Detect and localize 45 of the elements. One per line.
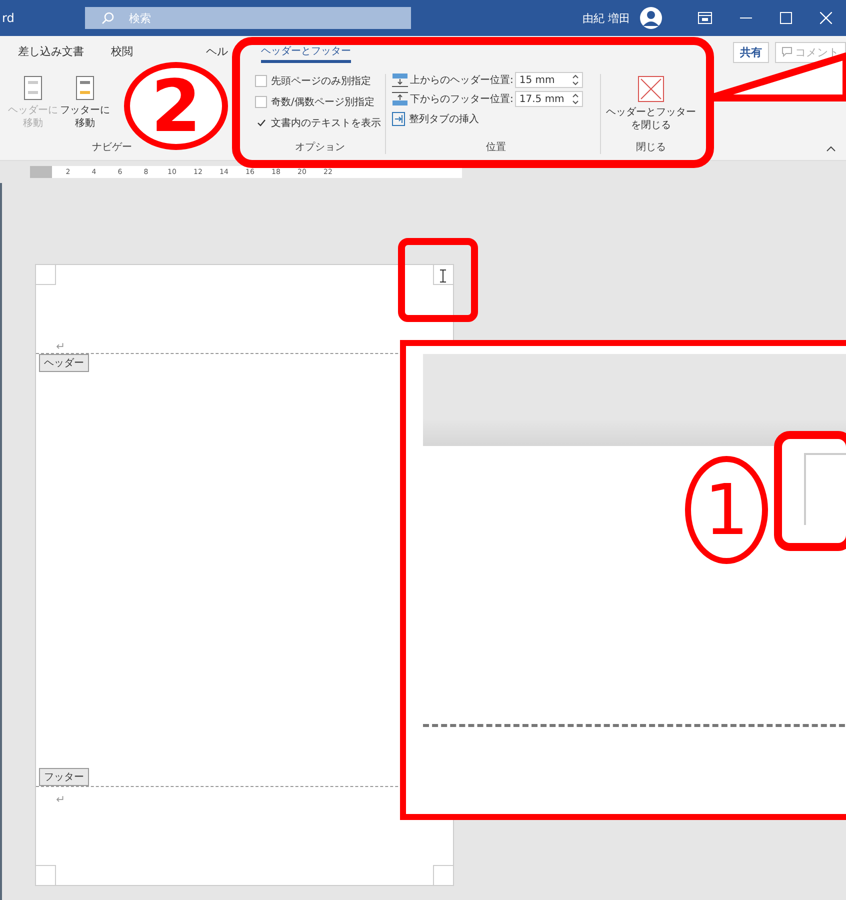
user-name: 由紀 増田 (582, 10, 630, 26)
insert-alignment-tab-button[interactable]: 整列タブの挿入 (392, 110, 479, 128)
ribbon-tab[interactable]: ヘル (206, 40, 228, 64)
maximize-icon[interactable] (780, 12, 792, 24)
spinner-label: 上からのヘッダー位置: (410, 74, 514, 87)
checkbox[interactable] (255, 75, 267, 87)
paragraph-mark: ↵ (56, 340, 66, 353)
paragraph-mark: ↵ (56, 793, 66, 806)
checkbox-option[interactable]: 文書内のテキストを表示 (255, 114, 381, 132)
spinner-label: 下からのフッター位置: (410, 92, 514, 106)
checkbox[interactable] (255, 96, 267, 108)
close-header-footer-button[interactable]: ヘッダーとフッター を閉じる (606, 72, 696, 140)
tab-insert-icon (392, 112, 405, 126)
group-label: オプション (295, 140, 345, 155)
ribbon-tab[interactable]: 校閲 (111, 40, 133, 64)
text-cursor-icon (439, 269, 447, 283)
collapse-ribbon-icon[interactable] (826, 146, 836, 152)
checkbox[interactable] (255, 117, 267, 129)
speech-bubble-icon (782, 47, 792, 57)
search-icon (101, 11, 115, 25)
navigation-button[interactable]: フッターに 移動 (60, 72, 110, 140)
ribbon-tab[interactable]: 差し込み文書 (18, 40, 84, 64)
avatar-icon[interactable] (640, 7, 662, 29)
footer-position-icon (392, 92, 408, 106)
step-number: 1 (685, 456, 768, 564)
close-icon[interactable] (820, 12, 832, 24)
search-field[interactable]: 検索 (85, 7, 411, 29)
checkbox-option[interactable]: 先頭ページのみ別指定 (255, 72, 371, 90)
crop-mark (804, 453, 846, 525)
close-icon (638, 76, 664, 102)
group-label: 閉じる (636, 141, 666, 155)
header-position-icon (392, 73, 408, 87)
footer-tag: フッター (39, 768, 89, 786)
checkmark-icon (256, 119, 266, 127)
share-button[interactable]: 共有 (733, 42, 769, 62)
window-title: rd (2, 11, 16, 25)
ribbon-tab[interactable]: ヘッダーとフッター (261, 41, 351, 63)
spinner-arrows-icon[interactable] (572, 93, 580, 105)
group-label: 位置 (486, 140, 506, 155)
spinner-arrows-icon[interactable] (572, 74, 580, 86)
checkbox-option[interactable]: 奇数/偶数ページ別指定 (255, 93, 374, 111)
header-tag: ヘッダー (39, 354, 89, 372)
header-page-icon (24, 76, 42, 100)
ribbon-display-icon[interactable] (698, 12, 712, 24)
footer-page-icon (76, 76, 94, 100)
